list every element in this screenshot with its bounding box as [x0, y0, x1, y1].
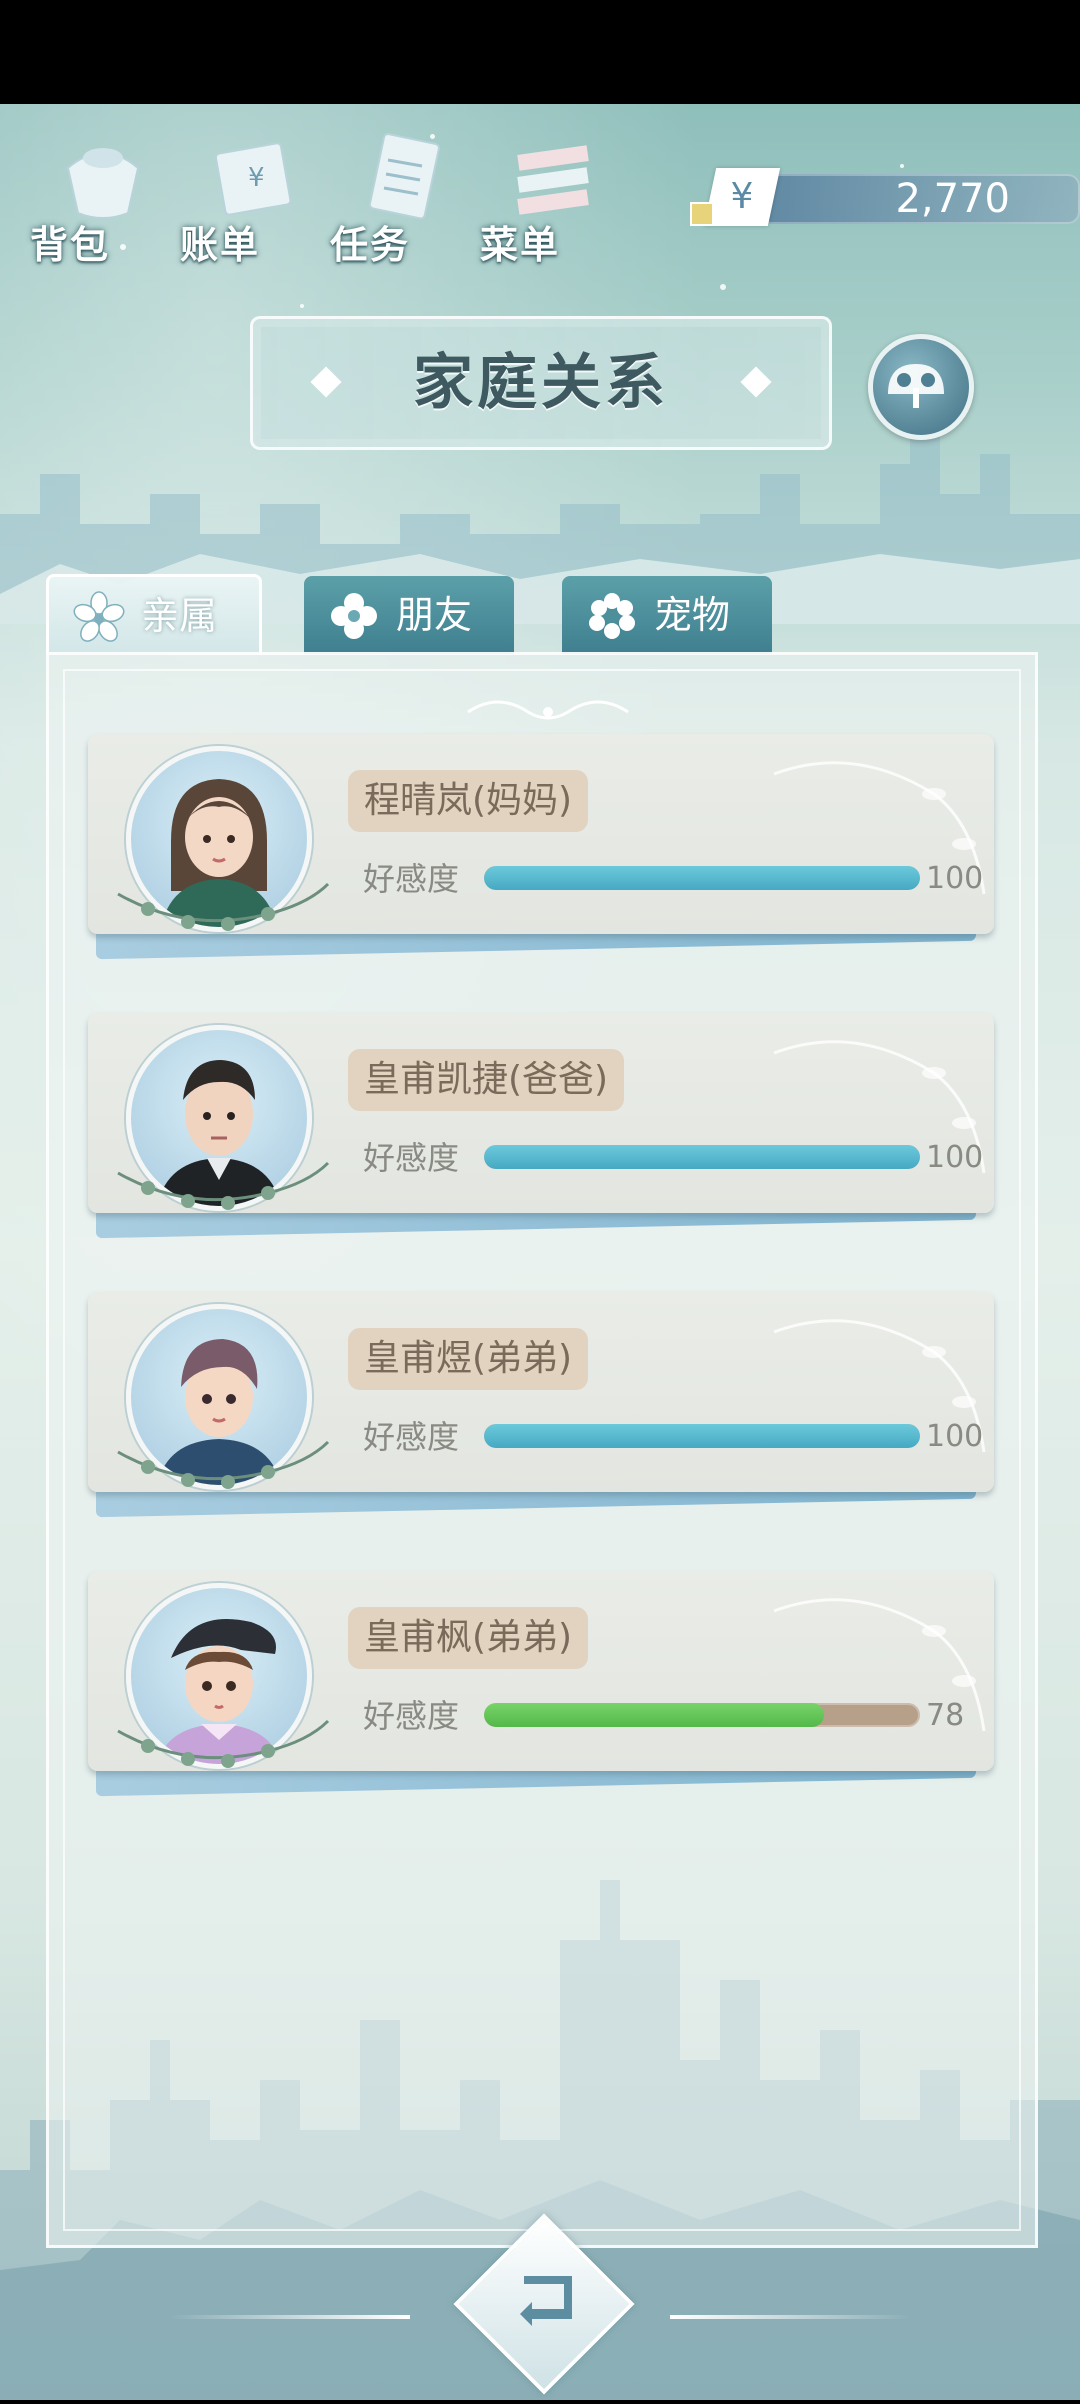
affection-value: 100 [926, 1140, 984, 1175]
nav-bag-button[interactable]: 背包 [30, 114, 160, 274]
card-face: 程晴岚(妈妈) 好感度 100 [88, 734, 994, 934]
nav-bill-label: 账单 [180, 223, 261, 267]
card-face: 皇甫煜(弟弟) 好感度 100 [88, 1292, 994, 1492]
coin-icon [690, 202, 714, 226]
affection-label: 好感度 [363, 860, 460, 898]
affection-bar [484, 1145, 920, 1169]
tab-relatives-label: 亲属 [141, 594, 218, 638]
leaf-decoration-icon [773, 1598, 986, 1732]
flower-icon [73, 591, 125, 642]
top-nav: 背包 ¥ 账单 任务 菜单 [30, 114, 630, 274]
affection-value: 100 [926, 861, 984, 896]
family-tree-button[interactable] [868, 334, 974, 440]
affection-bar [484, 1424, 920, 1448]
member-name: 皇甫凯捷(爸爸) [348, 1049, 625, 1111]
affection-bar-fill [484, 866, 920, 890]
currency-display: ¥ 2,770 [690, 168, 1080, 228]
vine-decoration-icon [117, 1440, 330, 1489]
flower-icon [331, 593, 377, 639]
back-arrow-icon [520, 2276, 572, 2326]
member-name: 程晴岚(妈妈) [348, 770, 589, 832]
affection-bar-fill [484, 1703, 825, 1727]
task-icon [368, 133, 440, 220]
affection-label: 好感度 [363, 1418, 460, 1456]
vine-decoration-icon [117, 1161, 330, 1210]
leaf-decoration-icon [773, 1040, 986, 1174]
affection-label: 好感度 [363, 1697, 460, 1735]
nav-menu-button[interactable]: 菜单 [480, 114, 610, 274]
yen-icon: ¥ [703, 168, 781, 226]
nav-task-label: 任务 [330, 223, 411, 267]
tab-friends[interactable]: 朋友 [304, 576, 514, 654]
currency-amount: 2,770 [895, 176, 1010, 222]
family-tree-icon [888, 364, 944, 408]
bag-icon [66, 148, 140, 219]
leaf-decoration-icon [773, 761, 986, 895]
nav-task-button[interactable]: 任务 [330, 114, 460, 274]
nav-bag-label: 背包 [30, 223, 111, 267]
decor-line-left [170, 2315, 410, 2319]
affection-bar-fill [484, 1424, 920, 1448]
decor-line-right [670, 2315, 910, 2319]
nav-menu-label: 菜单 [480, 223, 561, 267]
member-card-3[interactable]: 皇甫煜(弟弟) 好感度 100 [88, 1292, 994, 1518]
tab-pets-label: 宠物 [654, 593, 731, 637]
affection-bar-fill [484, 1145, 920, 1169]
menu-icon [517, 145, 589, 215]
card-face: 皇甫凯捷(爸爸) 好感度 100 [88, 1013, 994, 1213]
currency-symbol: ¥ [730, 176, 754, 217]
affection-label: 好感度 [363, 1139, 460, 1177]
affection-value: 78 [926, 1698, 965, 1733]
tab-relatives[interactable]: 亲属 [46, 574, 262, 655]
member-card-4[interactable]: 皇甫枫(弟弟) 好感度 78 [88, 1571, 994, 1797]
vine-decoration-icon [117, 1719, 330, 1768]
member-card-1[interactable]: 程晴岚(妈妈) 好感度 100 [88, 734, 994, 960]
leaf-decoration-icon [773, 1319, 986, 1453]
member-name: 皇甫枫(弟弟) [348, 1607, 589, 1669]
affection-bar [484, 866, 920, 890]
nav-bill-button[interactable]: ¥ 账单 [180, 114, 310, 274]
tab-pets[interactable]: 宠物 [562, 576, 772, 654]
card-face: 皇甫枫(弟弟) 好感度 78 [88, 1571, 994, 1771]
affection-bar [484, 1703, 920, 1727]
vine-decoration-icon [117, 882, 330, 931]
page-title-box: 家庭关系 [250, 316, 832, 450]
member-name: 皇甫煜(弟弟) [348, 1328, 589, 1390]
member-card-2[interactable]: 皇甫凯捷(爸爸) 好感度 100 [88, 1013, 994, 1239]
bill-icon: ¥ [214, 142, 292, 216]
tab-friends-label: 朋友 [396, 593, 473, 637]
svg-text:¥: ¥ [248, 163, 265, 193]
ornament-icon [467, 700, 629, 720]
flower-icon [589, 593, 635, 639]
affection-value: 100 [926, 1419, 984, 1454]
